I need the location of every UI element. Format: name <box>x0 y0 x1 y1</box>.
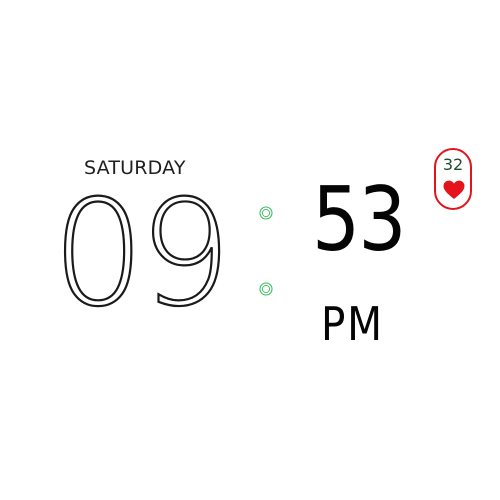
minutes-display: 53 <box>312 168 407 271</box>
colon-top-dot-icon <box>259 206 273 220</box>
day-of-week-label: SATURDAY <box>84 157 186 179</box>
heart-rate-complication[interactable]: 32 <box>434 148 472 210</box>
heart-icon <box>443 180 465 199</box>
hours-digits: 09 <box>52 178 225 318</box>
ampm-indicator: PM <box>321 297 384 351</box>
colon-bottom-dot-icon <box>259 282 273 296</box>
heart-rate-value: 32 <box>442 155 464 174</box>
hours-display: 09 <box>51 178 225 318</box>
watch-face: SATURDAY 09 53 PM 32 <box>0 0 500 500</box>
